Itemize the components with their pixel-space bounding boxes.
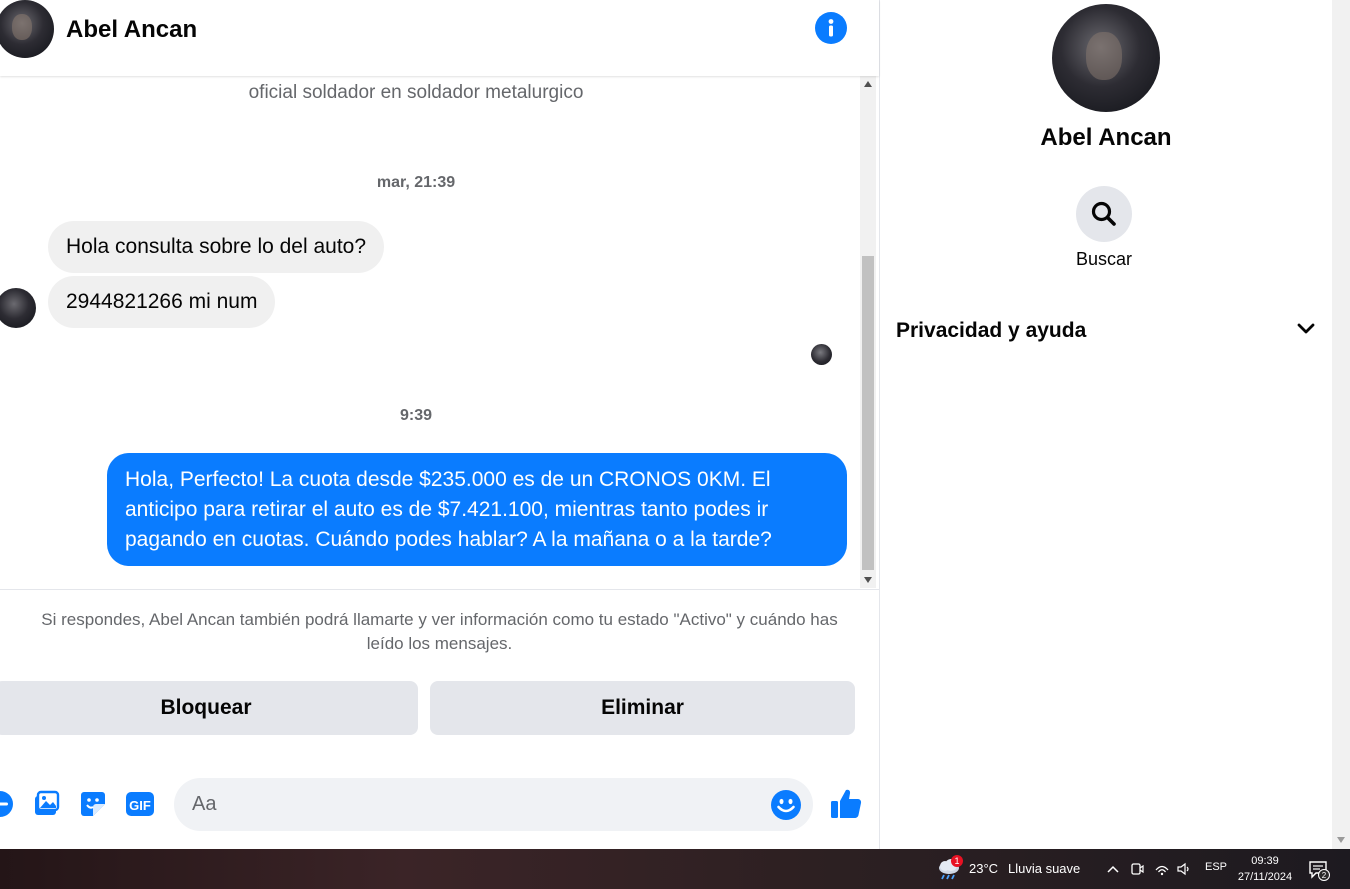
- privacy-help-section[interactable]: Privacidad y ayuda: [896, 306, 1316, 356]
- messenger-window: Abel Ancan oficial soldador en soldador …: [0, 0, 1350, 889]
- page-scrollbar[interactable]: [1332, 0, 1350, 849]
- conversation-details-panel: Abel Ancan Buscar Privacidad y ayuda: [880, 0, 1332, 849]
- privacy-help-label: Privacidad y ayuda: [896, 319, 1087, 342]
- timestamp: 9:39: [399, 407, 433, 424]
- page-scroll-down-arrow-icon[interactable]: [1333, 833, 1349, 847]
- sticker-icon[interactable]: [77, 788, 109, 820]
- block-button[interactable]: Bloquear: [0, 681, 418, 735]
- photo-icon[interactable]: [30, 788, 62, 820]
- gif-icon[interactable]: GIF: [124, 788, 156, 820]
- search-button[interactable]: [1076, 186, 1132, 242]
- contact-avatar[interactable]: [0, 0, 54, 58]
- message-input-box[interactable]: [174, 778, 813, 831]
- message-composer: GIF: [0, 770, 879, 840]
- search-label[interactable]: Buscar: [880, 249, 1328, 270]
- profile-name[interactable]: Abel Ancan: [880, 124, 1332, 152]
- volume-icon[interactable]: [1175, 860, 1193, 878]
- windows-taskbar: 1 23°C Lluvia suave ESP 09:39 27/11/2024: [0, 849, 1350, 889]
- notice-line: Si respondes, Abel Ancan también podrá l…: [41, 610, 838, 629]
- weather-alert-badge: 1: [951, 855, 963, 867]
- scrollbar-thumb[interactable]: [862, 256, 874, 570]
- search-icon: [1091, 201, 1116, 226]
- notification-center-icon[interactable]: 2: [1308, 859, 1330, 881]
- notice-line: leído los mensajes.: [366, 634, 513, 653]
- delete-button[interactable]: Eliminar: [430, 681, 855, 735]
- plus-icon[interactable]: [0, 788, 16, 820]
- thumbs-up-icon[interactable]: [829, 786, 863, 822]
- seen-indicator-avatar: [811, 344, 832, 365]
- chat-column: Abel Ancan oficial soldador en soldador …: [0, 0, 880, 849]
- timestamp: mar, 21:39: [376, 174, 456, 191]
- incoming-message[interactable]: 2944821266 mi num: [48, 276, 276, 328]
- contact-name[interactable]: Abel Ancan: [66, 16, 197, 44]
- message-list[interactable]: oficial soldador en soldador metalurgico…: [0, 76, 860, 588]
- gif-icon-text: GIF: [129, 798, 151, 813]
- incoming-message[interactable]: Hola consulta sobre lo del auto?: [48, 221, 385, 273]
- outgoing-message-line: Hola, Perfecto! La cuota desde $235.000 …: [125, 468, 771, 491]
- outgoing-message-line: anticipo para retirar el auto es de $7.4…: [125, 498, 769, 521]
- scroll-down-arrow-icon[interactable]: [860, 572, 876, 588]
- info-icon[interactable]: [815, 12, 847, 44]
- outgoing-message-line: pagando en cuotas. Cuándo podes hablar? …: [125, 528, 772, 551]
- scroll-up-arrow-icon[interactable]: [860, 76, 876, 92]
- reply-privacy-notice: Si respondes, Abel Ancan también podrá l…: [0, 589, 879, 656]
- chevron-up-icon[interactable]: [1104, 860, 1122, 878]
- emoji-icon[interactable]: [770, 789, 802, 821]
- weather-condition[interactable]: Lluvia suave: [1008, 861, 1080, 876]
- notification-count: 2: [1322, 871, 1327, 880]
- outgoing-message[interactable]: Hola, Perfecto! La cuota desde $235.000 …: [107, 453, 847, 566]
- contact-work-info: oficial soldador en soldador metalurgico: [248, 82, 584, 103]
- message-input[interactable]: [192, 778, 752, 831]
- system-clock[interactable]: 09:39 27/11/2024: [1236, 853, 1294, 885]
- input-language[interactable]: ESP: [1205, 861, 1227, 873]
- wifi-icon[interactable]: [1153, 860, 1171, 878]
- weather-temperature[interactable]: 23°C: [969, 861, 998, 876]
- message-scrollbar[interactable]: [860, 76, 876, 588]
- clock-time: 09:39: [1251, 855, 1279, 867]
- profile-avatar[interactable]: [1052, 4, 1160, 112]
- sender-avatar[interactable]: [0, 288, 36, 328]
- chat-header: Abel Ancan: [0, 0, 879, 76]
- chevron-down-icon: [1296, 322, 1316, 341]
- clock-date: 27/11/2024: [1237, 871, 1293, 883]
- meet-now-icon[interactable]: [1128, 860, 1146, 878]
